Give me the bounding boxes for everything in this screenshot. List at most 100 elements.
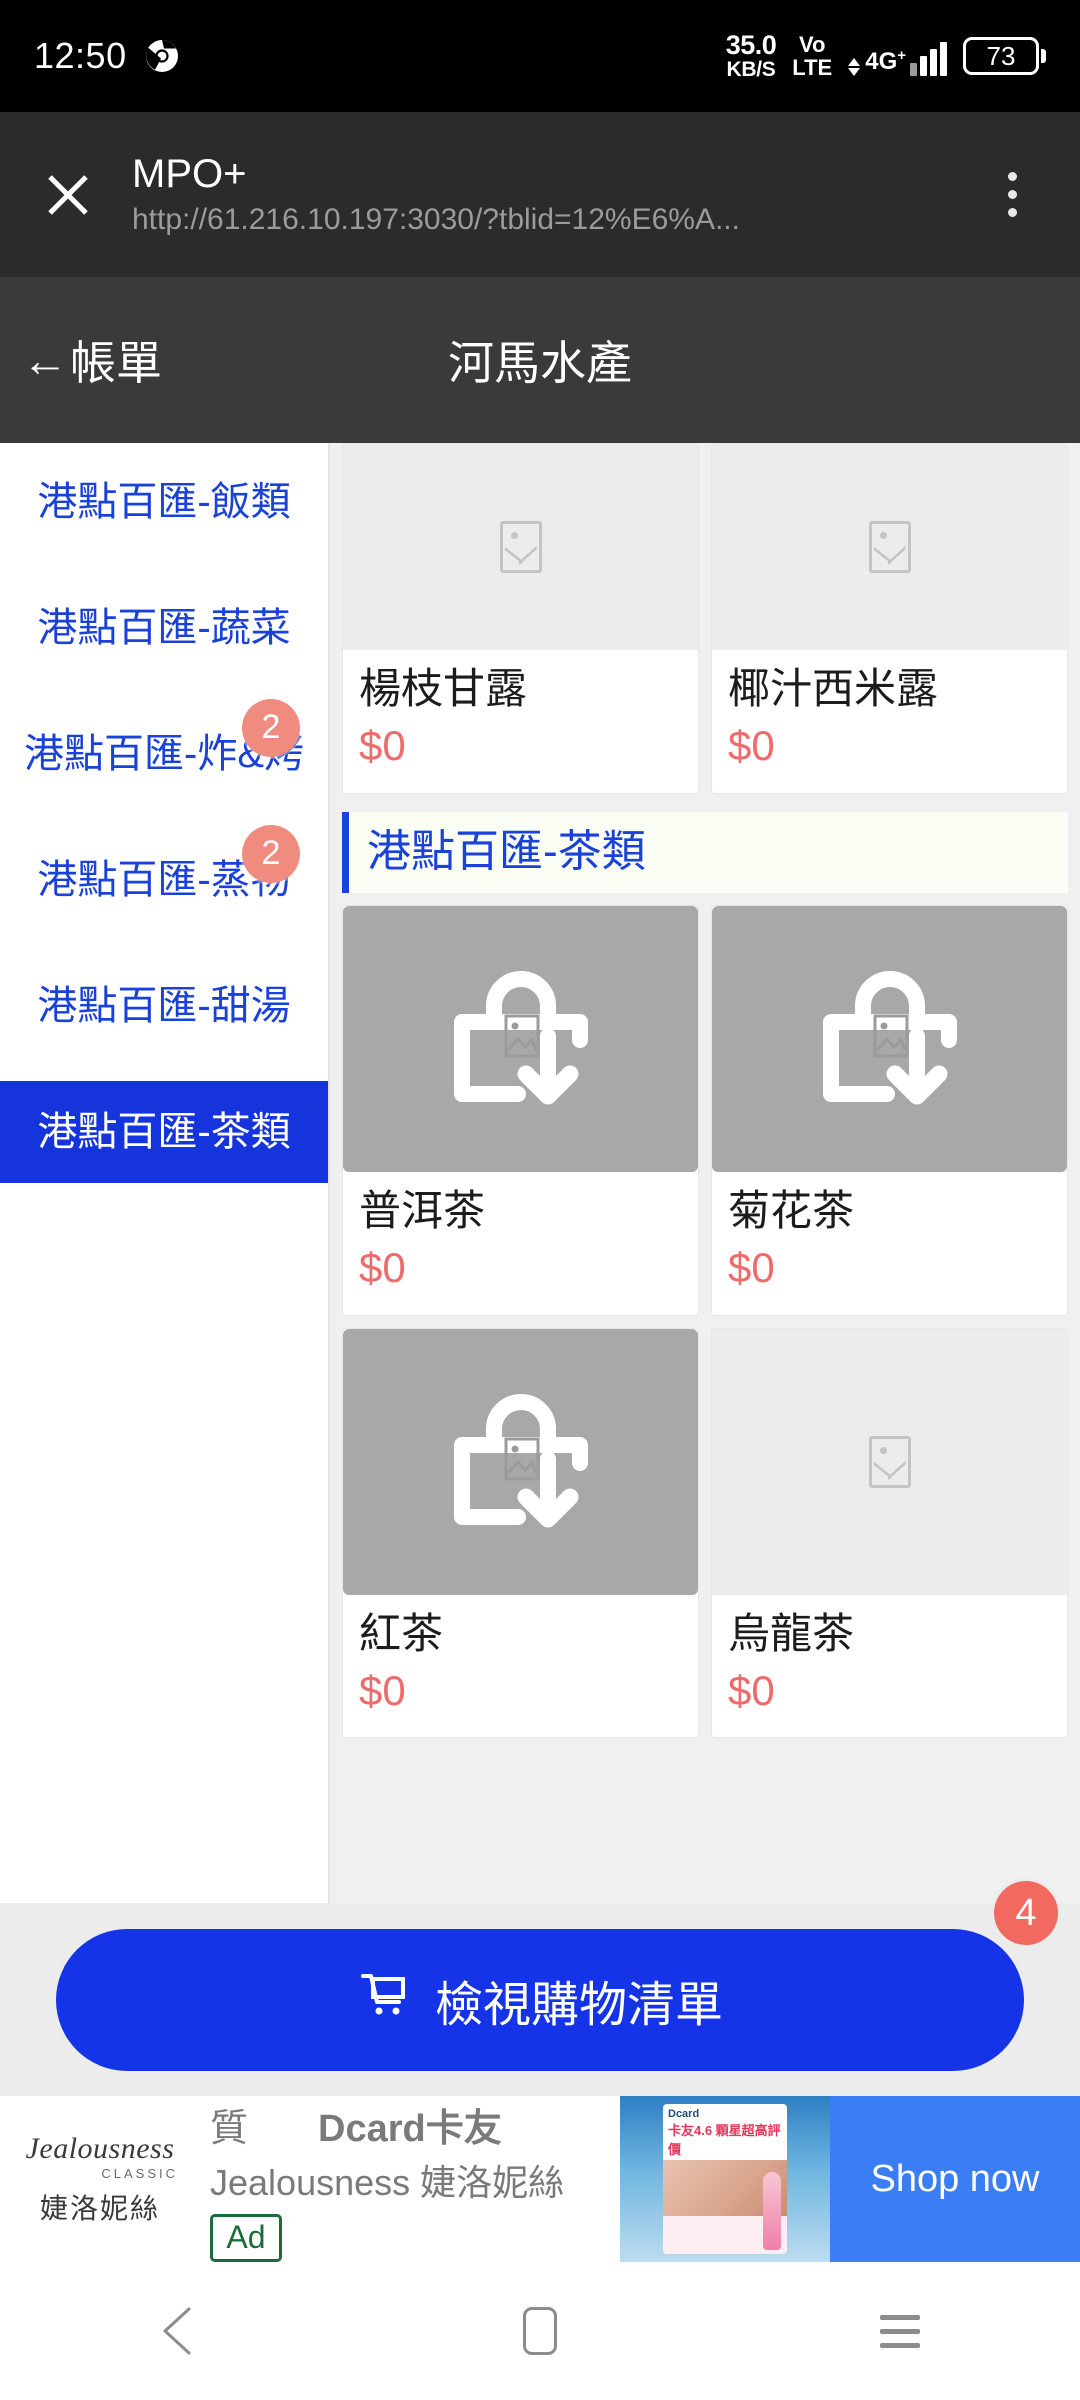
volte-line2: LTE <box>792 55 833 80</box>
sidebar-item-rice[interactable]: 港點百匯-飯類 <box>0 451 328 553</box>
back-triangle-icon[interactable] <box>120 2271 240 2391</box>
product-card[interactable]: 紅茶 $0 <box>342 1327 699 1739</box>
ad-creative-red-text: 卡友4.6 顆星超高評價 <box>668 2123 781 2157</box>
product-info: 普洱茶 $0 <box>343 1171 698 1315</box>
custom-tab-bar: MPO+ http://61.216.10.197:3030/?tblid=12… <box>0 112 1080 277</box>
product-card[interactable]: 普洱茶 $0 <box>342 904 699 1316</box>
sidebar-item-label: 港點百匯-蔬菜 <box>37 606 291 650</box>
home-pill-icon[interactable] <box>480 2271 600 2391</box>
ad-cta-button[interactable]: Shop now <box>830 2096 1080 2262</box>
product-card[interactable]: 烏龍茶 $0 <box>711 1327 1068 1739</box>
image-placeholder-icon <box>712 1328 1067 1595</box>
sidebar-item-steamed[interactable]: 港點百匯-蒸物 2 <box>0 825 328 931</box>
app-header: ← 帳單 河馬水產 <box>0 277 1080 443</box>
custom-tab-text: MPO+ http://61.216.10.197:3030/?tblid=12… <box>132 151 974 239</box>
network-type-label: 4G + <box>865 47 906 75</box>
recents-lines-icon[interactable] <box>840 2271 960 2391</box>
status-bar-right: 35.0 KB/S Vo LTE 4G + 73 <box>726 32 1046 80</box>
ad-brand-name-cn: 婕洛妮絲 <box>39 2192 160 2224</box>
sidebar-item-badge: 2 <box>242 825 300 883</box>
image-placeholder-icon <box>712 444 1067 650</box>
product-price: $0 <box>359 722 406 770</box>
ad-creative-card: Dcard 卡友4.6 顆星超高評價 <box>663 2104 787 2254</box>
ad-brand-name: Jealousness <box>25 2131 175 2165</box>
custom-tab-url[interactable]: http://61.216.10.197:3030/?tblid=12%E6%A… <box>132 201 974 239</box>
cart-bar: 檢視購物清單 4 <box>0 1881 1080 2096</box>
product-grid[interactable]: 楊枝甘露 $0 椰汁西米露 $0 港點百匯-茶類 普洱茶 $0 菊花茶 $0 紅… <box>330 443 1080 1903</box>
network-speed-indicator: 35.0 KB/S <box>725 30 777 81</box>
ad-creative-image: Dcard 卡友4.6 顆星超高評價 <box>620 2096 830 2262</box>
product-price: $0 <box>728 722 775 770</box>
volte-icon: Vo LTE <box>792 33 832 79</box>
product-card[interactable]: 楊枝甘露 $0 <box>342 443 699 794</box>
battery-icon: 73 <box>963 37 1046 75</box>
product-row: 普洱茶 $0 菊花茶 $0 <box>330 904 1080 1328</box>
product-name: 紅茶 <box>359 1609 444 1657</box>
status-clock: 12:50 <box>34 35 127 76</box>
sidebar-item-sweet-soup[interactable]: 港點百匯-甜湯 <box>0 955 328 1057</box>
sidebar-item-label: 港點百匯-茶類 <box>37 1110 291 1154</box>
bag-download-icon <box>343 905 698 1172</box>
custom-tab-title: MPO+ <box>132 151 247 196</box>
volte-line1: Vo <box>799 31 826 57</box>
back-to-bill-button[interactable]: ← 帳單 <box>0 327 162 393</box>
view-cart-label: 檢視購物清單 <box>434 1978 723 2032</box>
ad-subline: Jealousness 婕洛妮絲 <box>210 2161 565 2203</box>
product-price: $0 <box>728 1244 775 1292</box>
sidebar-item-label: 港點百匯-飯類 <box>37 480 291 524</box>
product-info: 椰汁西米露 $0 <box>712 650 1067 793</box>
product-info: 紅茶 $0 <box>343 1594 698 1738</box>
ad-banner[interactable]: Jealousness CLASSIC 婕洛妮絲 質 Dcard卡友 Jealo… <box>0 2096 1080 2262</box>
sidebar-item-badge: 2 <box>242 699 300 757</box>
signal-indicator: 4G + <box>848 36 947 76</box>
cart-count-badge: 4 <box>994 1881 1058 1945</box>
ad-copy: 質 Dcard卡友 Jealousness 婕洛妮絲 Ad <box>200 2096 620 2262</box>
image-placeholder-icon <box>343 444 698 650</box>
product-card[interactable]: 菊花茶 $0 <box>711 904 1068 1316</box>
back-arrow-icon: ← <box>22 334 68 386</box>
bag-download-icon <box>712 905 1067 1172</box>
product-name: 烏龍茶 <box>728 1609 855 1657</box>
sidebar-item-label: 港點百匯-甜湯 <box>37 984 291 1028</box>
view-cart-button[interactable]: 檢視購物清單 <box>56 1928 1024 2071</box>
chrome-icon <box>145 39 179 73</box>
ad-creative-bottle <box>763 2172 781 2250</box>
ad-brand-tagline: CLASSIC <box>101 2165 178 2181</box>
battery-level: 73 <box>986 40 1016 71</box>
ad-headline-main: Dcard卡友 <box>318 2107 502 2150</box>
network-speed-value: 35.0 <box>725 30 777 60</box>
product-price: $0 <box>728 1666 775 1714</box>
category-sidebar[interactable]: 港點百匯-飯類 港點百匯-蔬菜 港點百匯-炸&烤 2 港點百匯-蒸物 2 港點百… <box>0 443 330 1903</box>
shopping-cart-icon <box>357 1968 409 2032</box>
bag-download-icon <box>343 1328 698 1595</box>
status-bar: 12:50 35.0 KB/S Vo LTE 4G + 73 <box>0 0 1080 112</box>
phone-screen: 12:50 35.0 KB/S Vo LTE 4G + 73 MPO+ http… <box>0 0 1080 2400</box>
product-name: 普洱茶 <box>359 1186 486 1234</box>
product-row: 楊枝甘露 $0 椰汁西米露 $0 <box>330 443 1080 806</box>
android-nav-bar <box>0 2262 1080 2400</box>
product-info: 烏龍茶 $0 <box>712 1594 1067 1738</box>
signal-bars-icon <box>910 42 947 76</box>
product-price: $0 <box>359 1666 406 1714</box>
sidebar-item-fried-grilled[interactable]: 港點百匯-炸&烤 2 <box>0 699 328 805</box>
ad-cta-label: Shop now <box>870 2157 1040 2200</box>
product-name: 菊花茶 <box>728 1186 855 1234</box>
ad-creative-top-text: Dcard <box>668 2108 700 2120</box>
ad-label-badge: Ad <box>210 2213 282 2262</box>
page-title: 河馬水產 <box>448 337 632 389</box>
product-card[interactable]: 椰汁西米露 $0 <box>711 443 1068 794</box>
product-name: 楊枝甘露 <box>359 665 528 712</box>
ad-advertiser-logo: Jealousness CLASSIC 婕洛妮絲 <box>0 2096 200 2262</box>
product-name: 椰汁西米露 <box>728 665 939 712</box>
sidebar-item-vegetables[interactable]: 港點百匯-蔬菜 <box>0 577 328 679</box>
status-bar-left: 12:50 <box>34 35 179 77</box>
data-transfer-arrows-icon <box>848 58 861 76</box>
back-label: 帳單 <box>70 337 162 389</box>
ad-headline: 質 Dcard卡友 <box>210 2097 620 2152</box>
ad-headline-fragment: 質 <box>210 2107 249 2150</box>
product-info: 楊枝甘露 $0 <box>343 650 698 793</box>
close-icon[interactable] <box>30 157 106 233</box>
overflow-menu-icon[interactable] <box>974 157 1050 233</box>
sidebar-item-tea[interactable]: 港點百匯-茶類 <box>0 1081 328 1183</box>
product-info: 菊花茶 $0 <box>712 1171 1067 1315</box>
